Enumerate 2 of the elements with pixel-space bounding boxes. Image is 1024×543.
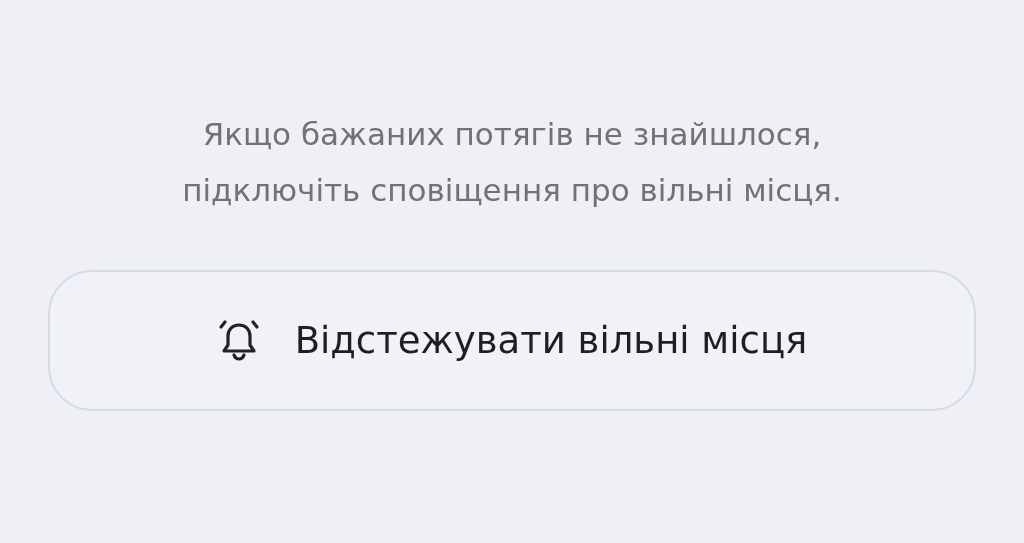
hint-text: Якщо бажаних потягів не знайшлося, підключіть сповіщення про вільні місця. — [181, 115, 843, 210]
track-seats-button[interactable]: Відстежувати вільні місця — [48, 270, 976, 411]
